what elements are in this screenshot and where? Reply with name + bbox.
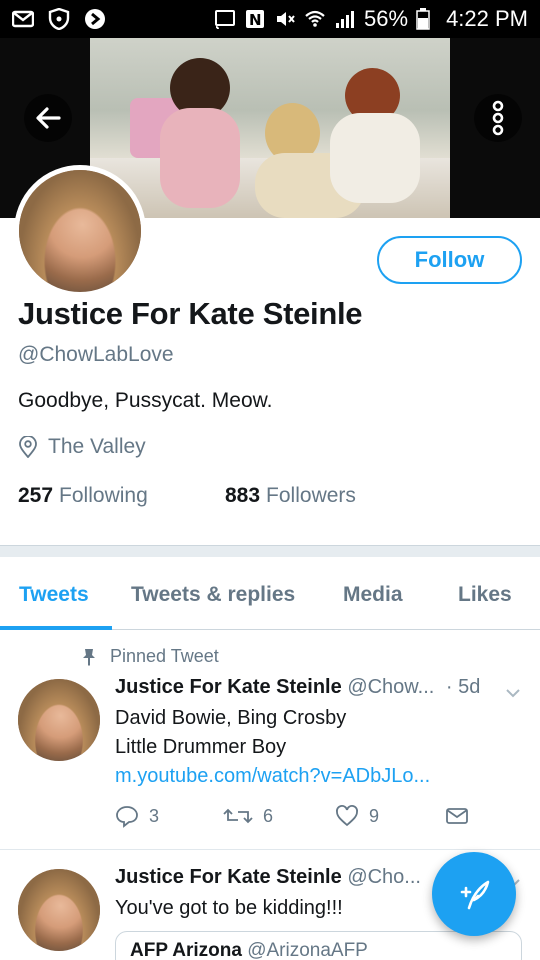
tweet-author-handle: @Cho... bbox=[347, 866, 421, 888]
tweet-separator bbox=[0, 849, 540, 850]
avatar-hair bbox=[18, 869, 100, 951]
pinned-text: Pinned Tweet bbox=[110, 646, 219, 666]
battery-percent: 56% bbox=[364, 6, 409, 31]
clock: 4:22 PM bbox=[446, 6, 528, 31]
profile-counts: 257 Following 883 Followers bbox=[18, 484, 356, 508]
cast-icon bbox=[215, 10, 236, 30]
profile-display-name: Justice For Kate Steinle bbox=[18, 296, 363, 331]
reply-button[interactable]: 3 bbox=[115, 804, 159, 828]
signal-icon bbox=[336, 11, 355, 28]
follow-button[interactable]: Follow bbox=[377, 236, 522, 284]
tweet-header: Justice For Kate Steinle @Cho... bbox=[115, 866, 421, 889]
app-notification-icon bbox=[85, 9, 105, 29]
avatar-hair bbox=[18, 679, 100, 761]
like-icon bbox=[336, 805, 358, 827]
reply-count: 3 bbox=[149, 805, 160, 826]
tweet-line-2: Little Drummer Boy bbox=[115, 736, 287, 758]
tweet-avatar[interactable] bbox=[18, 869, 100, 951]
battery-icon bbox=[416, 8, 430, 30]
pinned-tweet-label: Pinned Tweet bbox=[82, 646, 219, 667]
tweet-link[interactable]: m.youtube.com/watch?v=ADbJLo... bbox=[115, 762, 430, 791]
followers-count: 883 bbox=[225, 484, 261, 507]
nfc-icon: N bbox=[246, 10, 265, 29]
tweet-time: · 5d bbox=[445, 676, 481, 698]
quoted-author-handle: @ArizonaAFP bbox=[247, 940, 368, 960]
retweet-button[interactable]: 6 bbox=[223, 804, 273, 828]
tweet-author-name[interactable]: Justice For Kate Steinle bbox=[115, 676, 342, 698]
followers-count-link[interactable]: 883 Followers bbox=[225, 484, 356, 508]
like-count: 9 bbox=[369, 805, 380, 826]
profile-handle: @ChowLabLove bbox=[18, 343, 174, 366]
tweet-body: You've got to be kidding!!! bbox=[115, 897, 343, 919]
following-count-link[interactable]: 257 Following bbox=[18, 484, 225, 508]
shield-icon bbox=[48, 8, 70, 30]
tweet-header: Justice For Kate Steinle @Chow... · 5d bbox=[115, 676, 480, 699]
tab-tweets[interactable]: Tweets bbox=[19, 583, 89, 607]
active-tab-indicator bbox=[0, 626, 112, 630]
chevron-down-icon[interactable] bbox=[504, 684, 522, 702]
more-options-button[interactable] bbox=[474, 94, 522, 142]
retweet-count: 6 bbox=[263, 805, 274, 826]
banner-image bbox=[90, 38, 450, 218]
retweet-icon bbox=[223, 808, 253, 824]
section-divider bbox=[0, 545, 540, 557]
profile-avatar[interactable] bbox=[14, 165, 146, 297]
status-bar: N 56% 4:22 PM bbox=[0, 0, 540, 38]
tweet-author-name[interactable]: Justice For Kate Steinle bbox=[115, 866, 342, 888]
profile-tabs: Tweets Tweets & replies Media Likes bbox=[0, 557, 540, 630]
back-arrow-icon bbox=[36, 107, 61, 129]
following-count: 257 bbox=[18, 484, 54, 507]
mail-icon bbox=[12, 10, 34, 28]
wifi-icon bbox=[305, 10, 325, 27]
mute-icon bbox=[277, 12, 295, 26]
tweet-author-handle: @Chow... bbox=[347, 676, 435, 698]
banner-figure-left-body bbox=[160, 108, 240, 208]
quoted-tweet[interactable]: AFP Arizona @ArizonaAFP bbox=[115, 931, 522, 960]
back-button[interactable] bbox=[24, 94, 72, 142]
status-left-icons bbox=[12, 8, 106, 30]
tweet-avatar[interactable] bbox=[18, 679, 100, 761]
profile-location: The Valley bbox=[18, 435, 146, 459]
tweet-body: David Bowie, Bing Crosby Little Drummer … bbox=[115, 704, 430, 791]
location-pin-icon bbox=[19, 436, 37, 458]
reply-icon bbox=[116, 806, 138, 828]
compose-tweet-button[interactable] bbox=[432, 852, 516, 936]
avatar-hair bbox=[19, 170, 141, 292]
more-vertical-icon bbox=[492, 100, 504, 136]
followers-label: Followers bbox=[266, 484, 356, 507]
status-right: N 56% 4:22 PM bbox=[214, 6, 528, 32]
compose-icon bbox=[460, 880, 490, 910]
tweet-line-1: David Bowie, Bing Crosby bbox=[115, 707, 347, 729]
tab-media[interactable]: Media bbox=[343, 583, 403, 607]
following-label: Following bbox=[59, 484, 148, 507]
pin-icon bbox=[83, 648, 95, 666]
profile-bio: Goodbye, Pussycat. Meow. bbox=[18, 389, 273, 412]
svg-text:N: N bbox=[249, 11, 262, 29]
tweet-actions: 3 6 9 bbox=[115, 804, 475, 834]
tab-likes[interactable]: Likes bbox=[458, 583, 512, 607]
dm-share-button[interactable] bbox=[445, 804, 469, 828]
dm-icon bbox=[446, 808, 468, 824]
location-text: The Valley bbox=[48, 435, 146, 458]
banner-figure-right-body bbox=[330, 113, 420, 203]
like-button[interactable]: 9 bbox=[335, 804, 379, 828]
quoted-author-name: AFP Arizona bbox=[130, 940, 242, 960]
tab-tweets-replies[interactable]: Tweets & replies bbox=[131, 583, 295, 607]
